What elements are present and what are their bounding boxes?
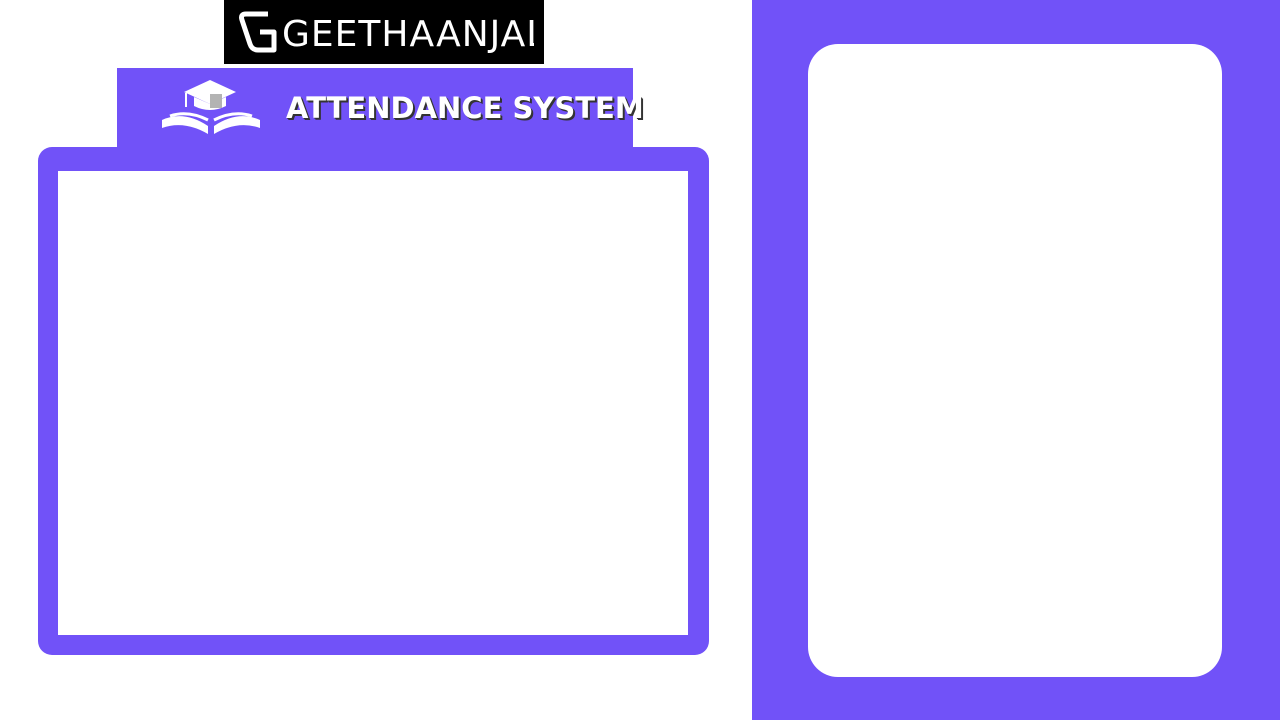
page-title: ATTENDANCE SYSTEM: [286, 91, 644, 125]
brand-logo-mark: GEETHAANJALI: [239, 11, 534, 55]
camera-feed: [58, 171, 688, 635]
brand-logo: GEETHAANJALI: [224, 0, 544, 64]
graduation-cap-icon: [162, 80, 260, 134]
brand-logo-text: GEETHAANJALI: [282, 14, 534, 55]
attendance-info-card: [808, 44, 1222, 677]
